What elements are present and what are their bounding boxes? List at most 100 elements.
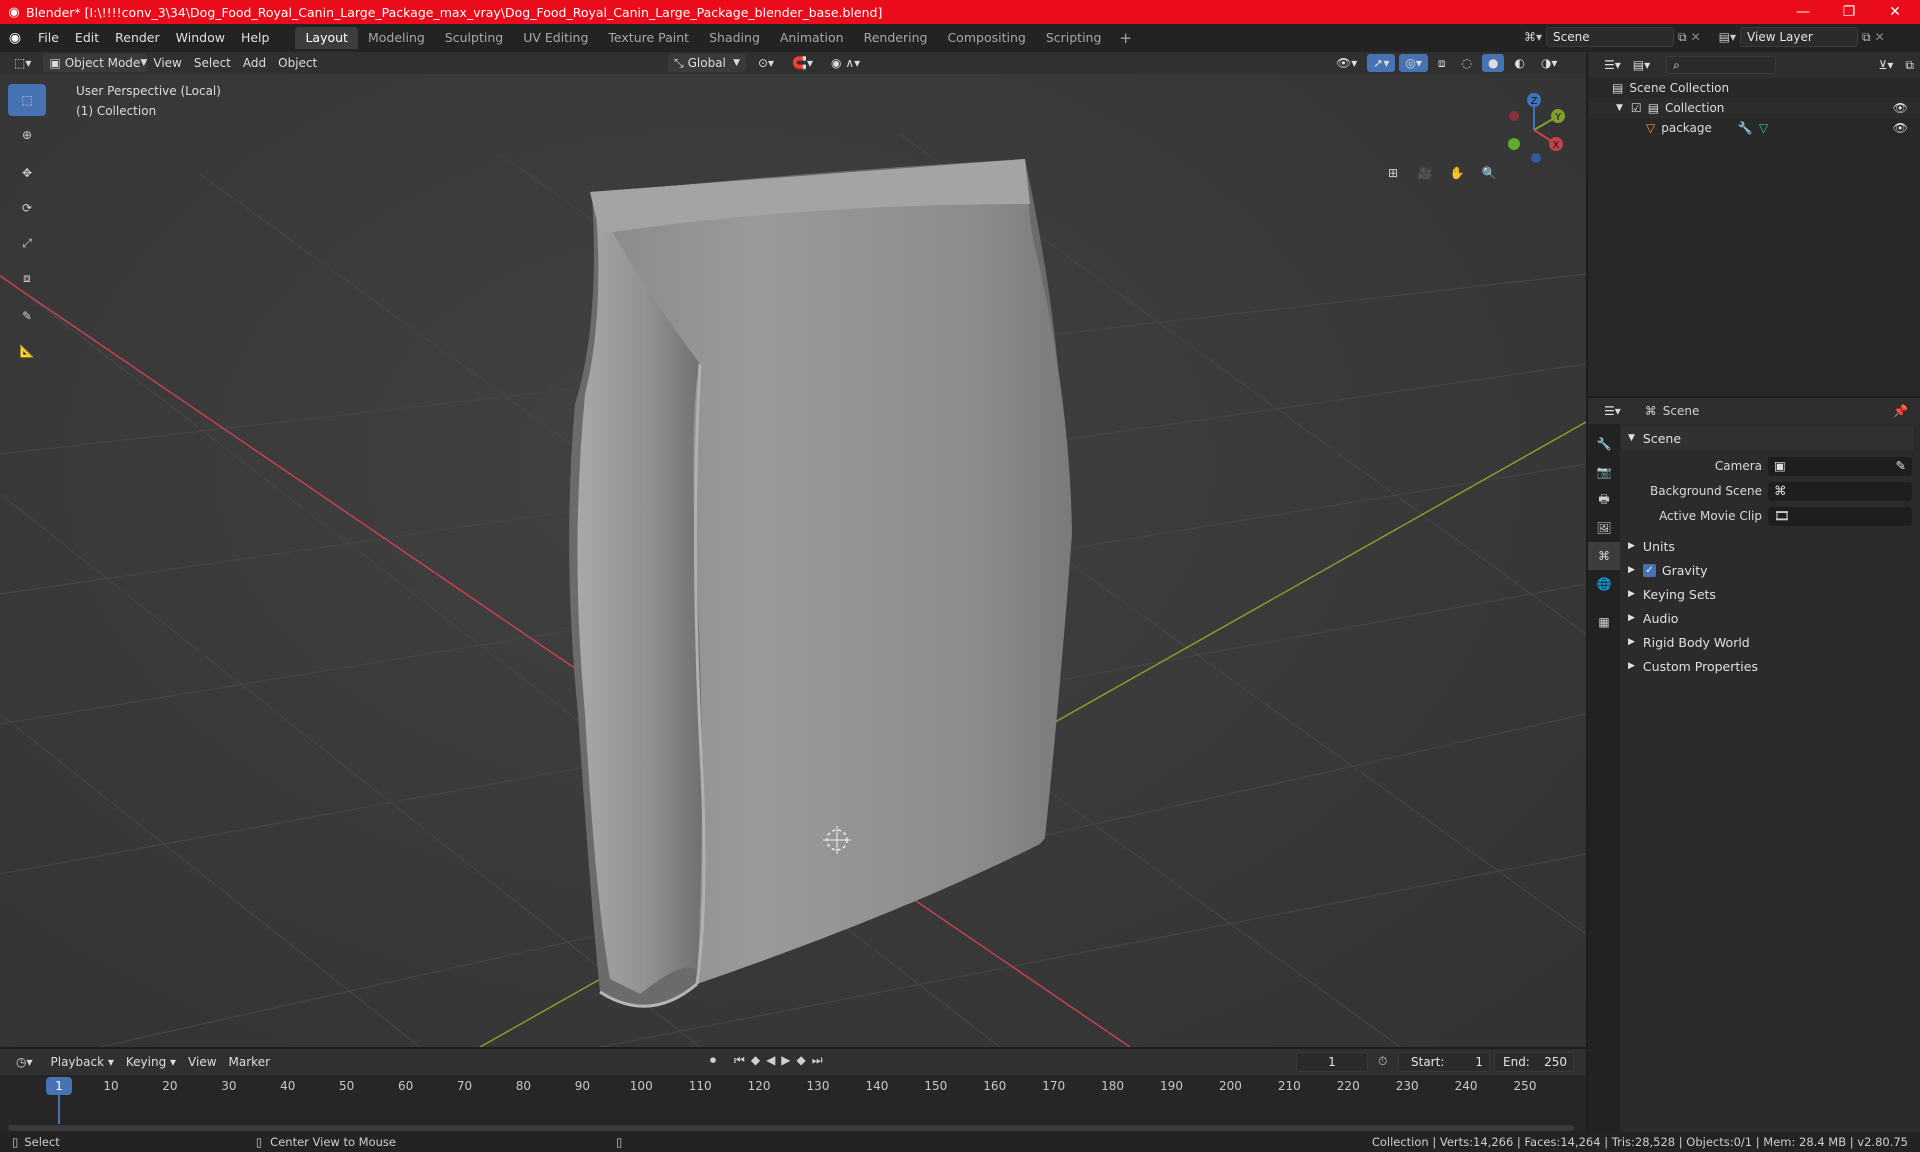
exclude-checkbox[interactable]: ☑	[1631, 101, 1642, 115]
transform-tool-icon[interactable]: ⧈	[8, 262, 46, 294]
neg-x-axis-handle[interactable]	[1509, 111, 1519, 121]
stopwatch-icon[interactable]: ⏱	[1378, 1054, 1387, 1069]
rendered-shading-icon[interactable]: ◑▾	[1535, 54, 1564, 72]
toggle-view-icon[interactable]: ⊞	[1380, 160, 1406, 186]
menu-file[interactable]: File	[30, 27, 67, 49]
3d-viewport[interactable]: User Perspective (Local) (1) Collection …	[0, 74, 1586, 1047]
select-box-tool-icon[interactable]: ⬚	[8, 84, 46, 116]
neg-y-axis-handle[interactable]	[1508, 138, 1520, 150]
overlays-toggle-icon[interactable]: ◎▾	[1399, 54, 1428, 72]
visibility-icon[interactable]: 👁▾	[1330, 54, 1363, 72]
menu-window[interactable]: Window	[168, 27, 233, 49]
pivot-point-icon[interactable]: ⊙▾	[752, 54, 780, 72]
zoom-icon[interactable]: 🔍	[1476, 160, 1502, 186]
scene-field[interactable]: Scene	[1546, 27, 1675, 47]
material-shading-icon[interactable]: ◐	[1508, 54, 1530, 72]
tab-shading[interactable]: Shading	[699, 27, 770, 49]
eyedropper-icon[interactable]: ✎	[1896, 458, 1906, 473]
gravity-panel[interactable]: ▶ ✓ Gravity	[1628, 558, 1916, 582]
custom-properties-panel[interactable]: ▶ Custom Properties	[1628, 654, 1916, 678]
tab-texture-paint[interactable]: Texture Paint	[598, 27, 699, 49]
keying-sets-panel[interactable]: ▶ Keying Sets	[1628, 582, 1916, 606]
remove-scene-icon[interactable]: ✕	[1691, 30, 1701, 44]
mesh-data-icon[interactable]: ▽	[1759, 121, 1768, 135]
eye-icon[interactable]: 👁	[1893, 101, 1908, 115]
menu-object[interactable]: Object	[272, 54, 323, 72]
editor-type-icon[interactable]: ⬚▾	[8, 54, 37, 72]
tab-scripting[interactable]: Scripting	[1036, 27, 1112, 49]
measure-tool-icon[interactable]: 📐	[8, 335, 46, 367]
menu-render[interactable]: Render	[107, 27, 168, 49]
outliner-search-input[interactable]: ⌕	[1666, 56, 1777, 74]
gizmo-toggle-icon[interactable]: ➚▾	[1367, 54, 1396, 72]
rigid-body-world-panel[interactable]: ▶ Rigid Body World	[1628, 630, 1916, 654]
view-layer-tab-icon[interactable]: 🖼	[1588, 514, 1620, 542]
move-tool-icon[interactable]: ✥	[8, 157, 46, 189]
record-icon[interactable]: ⏺	[710, 1053, 716, 1068]
display-mode-icon[interactable]: ▤▾	[1627, 56, 1656, 74]
new-collection-icon[interactable]: ⧉	[1899, 56, 1920, 74]
remove-view-layer-icon[interactable]: ✕	[1875, 30, 1885, 44]
playhead-frame-badge[interactable]: 1	[46, 1077, 72, 1095]
neg-z-axis-handle[interactable]	[1531, 153, 1541, 163]
movie-clip-field[interactable]: 🎞	[1768, 506, 1912, 526]
add-workspace-button[interactable]: +	[1111, 27, 1140, 49]
tab-compositing[interactable]: Compositing	[937, 27, 1035, 49]
blender-menu-icon[interactable]: ◉	[0, 30, 30, 46]
prev-keyframe-icon[interactable]: ◆	[751, 1053, 760, 1068]
new-view-layer-icon[interactable]: ⧉	[1862, 30, 1871, 45]
close-button[interactable]: ✕	[1872, 0, 1918, 24]
menu-add[interactable]: Add	[237, 54, 272, 72]
expand-arrow-icon[interactable]: ▼	[1616, 103, 1623, 113]
eye-icon[interactable]: 👁	[1893, 121, 1908, 135]
tab-layout[interactable]: Layout	[295, 27, 358, 49]
end-frame-field[interactable]: End: 250	[1494, 1052, 1574, 1072]
jump-start-icon[interactable]: ⏮	[734, 1053, 745, 1068]
solid-shading-icon[interactable]: ●	[1481, 54, 1505, 72]
annotate-tool-icon[interactable]: ✎	[8, 300, 46, 332]
start-frame-field[interactable]: Start: 1	[1398, 1052, 1490, 1072]
timeline-scrollbar[interactable]	[8, 1125, 1574, 1131]
render-tab-icon[interactable]: 📷	[1588, 458, 1620, 486]
rotate-tool-icon[interactable]: ⟳	[8, 192, 46, 224]
menu-view[interactable]: View	[147, 54, 187, 72]
tab-rendering[interactable]: Rendering	[854, 27, 938, 49]
play-icon[interactable]: ▶	[781, 1053, 790, 1068]
navigation-gizmo[interactable]: Z Y X	[1492, 84, 1572, 164]
keyframe-track[interactable]	[0, 1097, 1586, 1132]
next-keyframe-icon[interactable]: ◆	[797, 1053, 806, 1068]
current-frame-field[interactable]: 1	[1296, 1052, 1368, 1072]
play-reverse-icon[interactable]: ◀	[766, 1053, 775, 1068]
output-tab-icon[interactable]: 🖶	[1588, 486, 1620, 514]
xray-toggle-icon[interactable]: ⧈	[1432, 54, 1452, 72]
transform-orientation-dropdown[interactable]: ⤡ Global ▼	[668, 54, 746, 72]
frame-ruler[interactable]: 10 20 30 40 50 60 70 80 90 100 110 120 130 140 150 160 1…	[0, 1075, 1586, 1097]
menu-marker[interactable]: Marker	[223, 1053, 276, 1071]
wireframe-shading-icon[interactable]: ◌	[1455, 54, 1477, 72]
view-layer-selector-icon[interactable]: ▤▾	[1719, 30, 1736, 44]
menu-help[interactable]: Help	[233, 27, 278, 49]
world-tab-icon[interactable]: 🌐	[1588, 570, 1620, 598]
outliner-editor-type-icon[interactable]: ☰▾	[1598, 56, 1627, 74]
view-layer-field[interactable]: View Layer	[1740, 27, 1859, 47]
scene-tab-icon[interactable]: ⌘	[1588, 542, 1620, 570]
gravity-checkbox[interactable]: ✓	[1642, 563, 1656, 577]
texture-tab-icon[interactable]: ▦	[1588, 608, 1620, 636]
background-scene-field[interactable]: ⌘	[1768, 481, 1912, 501]
pin-icon[interactable]: 📌	[1893, 404, 1908, 418]
units-panel[interactable]: ▶ Units	[1628, 534, 1916, 558]
camera-view-icon[interactable]: 🎥	[1412, 160, 1438, 186]
new-scene-icon[interactable]: ⧉	[1678, 30, 1687, 45]
properties-editor-type-icon[interactable]: ☰▾	[1598, 402, 1627, 420]
scale-tool-icon[interactable]: ⤢	[8, 227, 46, 259]
timeline-editor-type-icon[interactable]: ◷▾	[10, 1053, 39, 1071]
pan-hand-icon[interactable]: ✋	[1444, 160, 1470, 186]
package-row[interactable]: ▽ package 🔧 ▽ 👁	[1588, 118, 1920, 138]
tab-modeling[interactable]: Modeling	[358, 27, 435, 49]
cursor-tool-icon[interactable]: ⊕	[8, 119, 46, 151]
menu-select[interactable]: Select	[188, 54, 237, 72]
package-object[interactable]	[569, 159, 1072, 1008]
scene-panel-header[interactable]: ▼ Scene	[1622, 426, 1914, 450]
jump-end-icon[interactable]: ⏭	[812, 1053, 823, 1068]
tool-tab-icon[interactable]: 🔧	[1588, 430, 1620, 458]
